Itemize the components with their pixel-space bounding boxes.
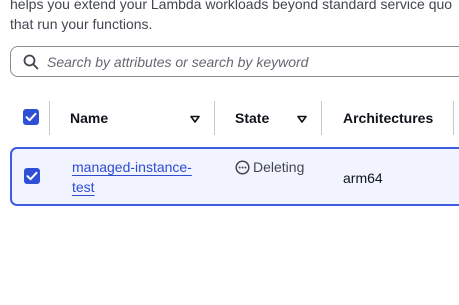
column-header-architectures[interactable]: Architectures xyxy=(343,98,433,138)
column-header-name[interactable]: Name xyxy=(70,98,108,138)
column-divider xyxy=(321,101,322,135)
column-header-name-label: Name xyxy=(70,110,109,126)
column-header-state-label: State xyxy=(235,110,270,126)
functions-panel: helps you extend your Lambda workloads b… xyxy=(0,0,459,305)
architecture-cell: arm64 xyxy=(343,170,383,186)
description-line-1: helps you extend your Lambda workloads b… xyxy=(10,0,453,12)
sort-caret-down-icon[interactable] xyxy=(296,112,308,124)
column-divider xyxy=(49,101,50,135)
search-icon xyxy=(23,54,39,70)
state-text: Deleting xyxy=(253,159,305,175)
check-icon xyxy=(26,171,38,181)
state-cell: Deleting xyxy=(235,157,309,177)
column-divider xyxy=(214,101,215,135)
row-select-checkbox[interactable] xyxy=(24,168,40,184)
table-row[interactable]: managed-instance-test Deleting arm64 xyxy=(10,147,459,206)
column-divider xyxy=(453,101,454,135)
column-header-state[interactable]: State xyxy=(235,98,269,138)
sort-caret-down-icon[interactable] xyxy=(189,112,201,124)
ellipsis-circle-icon xyxy=(235,160,250,175)
description-line-2: that run your functions. xyxy=(10,16,153,32)
column-header-architectures-label: Architectures xyxy=(343,110,434,126)
function-name-link[interactable]: managed-instance-test xyxy=(72,157,212,197)
search-input[interactable] xyxy=(47,47,457,76)
select-all-checkbox[interactable] xyxy=(23,109,39,125)
page-description: helps you extend your Lambda workloads b… xyxy=(10,0,459,34)
table-header: Name State Architectures xyxy=(0,98,459,138)
check-icon xyxy=(25,112,37,122)
search-box[interactable] xyxy=(10,46,459,77)
